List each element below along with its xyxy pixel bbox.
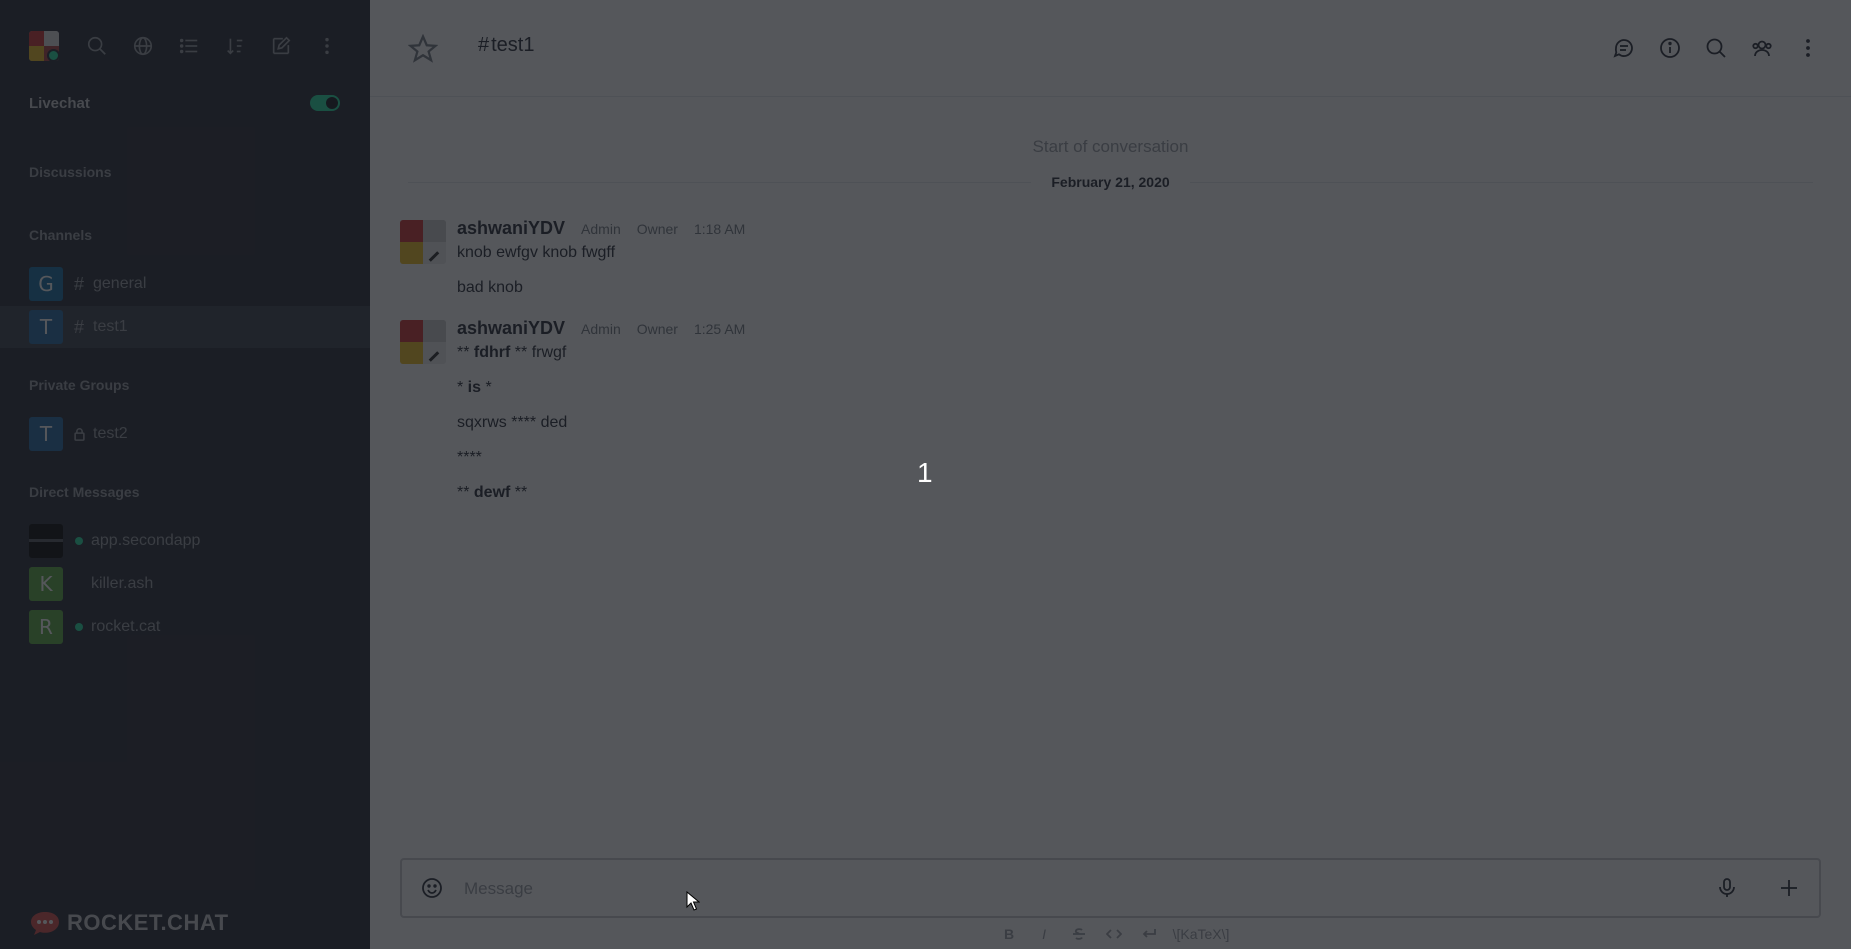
room-info-icon[interactable] xyxy=(1647,30,1693,66)
livechat-label: Livechat xyxy=(29,94,90,112)
message-text: * is * xyxy=(457,379,492,396)
room-name: test2 xyxy=(93,425,128,442)
brand-name: ROCKET.CHAT xyxy=(67,910,229,935)
code-format-button[interactable] xyxy=(1097,925,1132,942)
message-avatar[interactable] xyxy=(400,220,446,264)
favorite-star-icon[interactable] xyxy=(407,33,439,64)
room-title-text: test1 xyxy=(491,34,535,56)
dm-avatar: K xyxy=(29,567,63,601)
lock-icon xyxy=(71,427,87,441)
room-avatar: T xyxy=(29,417,63,451)
message-avatar[interactable] xyxy=(400,320,446,364)
sidebar-item-rocket-cat[interactable]: R rocket.cat xyxy=(0,606,370,648)
message-header: ashwaniYDV Admin Owner 1:18 AM xyxy=(457,218,745,239)
room-avatar: T xyxy=(29,310,63,344)
message-time: 1:25 AM xyxy=(693,321,746,337)
message-time: 1:18 AM xyxy=(693,221,746,237)
start-of-conversation: Start of conversation xyxy=(1032,137,1189,156)
dm-avatar: R xyxy=(29,610,63,644)
room-avatar: G xyxy=(29,267,63,301)
sidebar-item-test1[interactable]: T # test1 xyxy=(0,306,370,348)
strike-format-button[interactable] xyxy=(1062,925,1097,942)
message-text: **** xyxy=(457,449,482,466)
dm-name: killer.ash xyxy=(91,575,154,592)
livechat-toggle[interactable] xyxy=(310,95,340,111)
hash-icon: # xyxy=(73,273,84,294)
strikethrough-icon xyxy=(1073,928,1086,941)
bold-format-button[interactable]: B xyxy=(992,926,1027,942)
room-title: # test1 xyxy=(478,34,534,57)
role-badge-owner: Owner xyxy=(636,221,678,237)
online-status-dot xyxy=(47,49,59,61)
message-text: knob ewfgv knob fwgff xyxy=(457,244,616,261)
sort-icon[interactable] xyxy=(212,28,258,64)
message-input[interactable] xyxy=(462,870,1666,908)
hash-icon: # xyxy=(478,34,490,56)
return-icon xyxy=(1142,929,1156,938)
search-messages-icon[interactable] xyxy=(1693,30,1739,66)
message-text: sqxrws **** ded xyxy=(457,414,568,431)
role-badge-admin: Admin xyxy=(581,221,621,237)
directory-globe-icon[interactable] xyxy=(120,28,166,64)
date-label: February 21, 2020 xyxy=(1051,174,1170,190)
sidebar-item-app-secondapp[interactable]: app.secondapp xyxy=(0,520,370,562)
message-text: ** dewf ** xyxy=(457,484,528,501)
livechat-row: Livechat xyxy=(29,92,340,114)
sidebar-item-general[interactable]: G # general xyxy=(0,263,370,305)
message-composer xyxy=(400,858,1821,918)
app-root: Livechat Discussions Channels G # genera… xyxy=(0,0,1851,949)
discussion-icon[interactable] xyxy=(1601,30,1647,66)
section-discussions[interactable]: Discussions xyxy=(29,164,111,180)
dm-name: app.secondapp xyxy=(91,532,201,549)
room-header: # test1 xyxy=(370,0,1851,97)
dm-avatar xyxy=(29,524,63,558)
plus-icon[interactable] xyxy=(1777,876,1801,900)
sidebar-toolbar xyxy=(29,28,370,64)
italic-format-button[interactable]: I xyxy=(1027,926,1062,942)
katex-format-button[interactable]: \[KaTeX\] xyxy=(1173,926,1230,942)
sidebar-item-killer-ash[interactable]: K killer.ash xyxy=(0,563,370,605)
code-icon xyxy=(1105,929,1123,939)
message-header: ashwaniYDV Admin Owner 1:25 AM xyxy=(457,318,745,339)
section-private-groups: Private Groups xyxy=(29,377,130,393)
header-toolbar xyxy=(1601,30,1831,66)
emoji-icon[interactable] xyxy=(420,876,444,900)
main-room: # test1 Start of conversation February 2… xyxy=(370,0,1851,949)
formatting-toolbar: B I \[KaTeX\] xyxy=(370,925,1851,942)
username[interactable]: ashwaniYDV xyxy=(457,218,565,239)
create-new-icon[interactable] xyxy=(258,28,304,64)
rocketchat-logo: ROCKET.CHAT xyxy=(29,909,229,937)
hash-icon: # xyxy=(73,316,84,337)
microphone-icon[interactable] xyxy=(1715,876,1739,900)
rocketchat-logo-icon xyxy=(31,912,59,935)
sidebar-item-test2[interactable]: T test2 xyxy=(0,413,370,455)
dm-name: rocket.cat xyxy=(91,618,161,635)
role-badge-owner: Owner xyxy=(636,321,678,337)
message-text: bad knob xyxy=(457,279,523,296)
online-status-dot xyxy=(75,537,83,545)
search-icon[interactable] xyxy=(74,28,120,64)
room-name: general xyxy=(93,275,147,292)
mouse-cursor-icon xyxy=(686,891,700,911)
room-name: test1 xyxy=(93,318,128,335)
date-divider: February 21, 2020 xyxy=(408,172,1814,192)
message-text: ** fdhrf ** frwgf xyxy=(457,344,567,361)
multiline-format-button[interactable] xyxy=(1132,925,1167,942)
section-channels: Channels xyxy=(29,227,93,243)
online-status-dot xyxy=(75,623,83,631)
role-badge-admin: Admin xyxy=(581,321,621,337)
username[interactable]: ashwaniYDV xyxy=(457,318,565,339)
more-options-icon[interactable] xyxy=(304,28,350,64)
overlay-counter: 1 xyxy=(917,457,933,488)
section-direct-messages: Direct Messages xyxy=(29,484,140,500)
sidebar: Livechat Discussions Channels G # genera… xyxy=(0,0,370,949)
user-avatar[interactable] xyxy=(29,31,59,61)
list-view-icon[interactable] xyxy=(166,28,212,64)
members-icon[interactable] xyxy=(1739,30,1785,66)
kebab-menu-icon[interactable] xyxy=(1785,30,1831,66)
